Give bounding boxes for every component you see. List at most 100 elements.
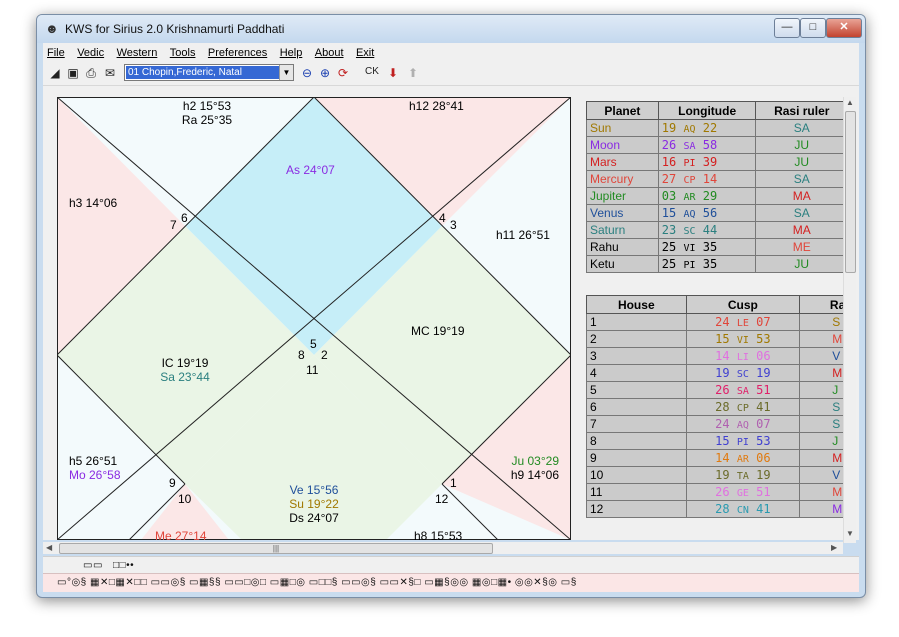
planet-header[interactable]: Planet [586, 101, 659, 120]
house-ruler: V [799, 347, 844, 365]
planet-longitude: 03 AR 29 [657, 187, 757, 205]
cusp-minute: 19 [756, 366, 771, 380]
refresh-icon[interactable]: ⟳ [335, 65, 351, 81]
window-title: KWS for Sirius 2.0 Krishnamurti Paddhati [65, 22, 285, 36]
planet-row[interactable]: Moon 26 SA 58 JU [586, 136, 844, 154]
ruler-header[interactable]: Ra [799, 295, 844, 314]
rasi-ruler-header[interactable]: Rasi ruler [755, 101, 844, 120]
cusp-header[interactable]: Cusp [685, 295, 801, 314]
planet-row[interactable]: Ketu 25 PI 35 JU [586, 255, 844, 273]
longitude-degree: 26 [661, 138, 677, 152]
longitude-degree: 15 [661, 206, 677, 220]
planet-longitude: 23 SC 44 [657, 221, 757, 239]
house-row[interactable]: 4 19 SC 19 M [586, 364, 844, 382]
planet-row[interactable]: Jupiter 03 AR 29 MA [586, 187, 844, 205]
vertical-scroll-thumb[interactable] [845, 111, 856, 273]
maximize-button[interactable]: □ [800, 18, 826, 38]
cusp-sign: GE [736, 488, 749, 499]
planet-name: Ketu [586, 255, 659, 273]
house-ruler: M [799, 364, 844, 382]
printer-icon[interactable]: ⎙ [83, 65, 99, 81]
mail-icon[interactable]: ✉ [102, 65, 118, 81]
house-row[interactable]: 7 24 AQ 07 S [586, 415, 844, 433]
menu-western[interactable]: Western [113, 44, 162, 59]
horizontal-scroll-thumb[interactable]: ||| [59, 543, 493, 554]
house-number: 9 [586, 449, 687, 467]
house-row[interactable]: 2 15 VI 53 M [586, 330, 844, 348]
mc-label: MC 19°19 [411, 324, 465, 338]
planet-longitude: 25 VI 35 [657, 238, 757, 256]
scroll-down-icon[interactable]: ▼ [846, 529, 854, 538]
planet-row[interactable]: Sun 19 AQ 22 SA [586, 119, 844, 137]
house-row[interactable]: 3 14 LI 06 V [586, 347, 844, 365]
planet-row[interactable]: Mercury 27 CP 14 SA [586, 170, 844, 188]
zoom-in-icon[interactable]: ⊕ [317, 65, 333, 81]
planet-rasi-ruler: MA [755, 221, 844, 239]
cusp-minute: 41 [756, 502, 771, 516]
house-ruler: M [799, 449, 844, 467]
planet-row[interactable]: Saturn 23 SC 44 MA [586, 221, 844, 239]
house-number: 5 [586, 381, 687, 399]
planet-row[interactable]: Mars 16 PI 39 JU [586, 153, 844, 171]
menu-tools[interactable]: Tools [166, 44, 200, 59]
chevron-down-icon[interactable]: ▼ [279, 65, 293, 80]
house-row[interactable]: 9 14 AR 06 M [586, 449, 844, 467]
longitude-sign: PI [683, 158, 696, 169]
menu-about[interactable]: About [311, 44, 348, 59]
cusp-degree: 15 [715, 332, 730, 346]
house-cusp: 15 VI 53 [685, 330, 801, 348]
house-cusp: 14 LI 06 [685, 347, 801, 365]
planet-rasi-ruler: SA [755, 170, 844, 188]
camera-icon[interactable]: ▣ [65, 65, 81, 81]
vertical-scrollbar[interactable]: ▲ ▼ [843, 97, 856, 543]
close-button[interactable]: ✕ [826, 18, 862, 38]
house-row[interactable]: 12 28 CN 41 M [586, 500, 844, 518]
house-number: 7 [586, 415, 687, 433]
house-row[interactable]: 8 15 PI 53 J [586, 432, 844, 450]
symbol-bar: ▭°◎§ ▦✕□▦✕□□ ▭▭◎§ ▭▦§§ ▭▭□◎□ ▭▦□◎ ▭□□§ ▭… [43, 573, 859, 592]
ds-text: Ds 24°07 [289, 511, 339, 525]
cusp-number-12: 12 [435, 492, 449, 506]
house-number: 3 [586, 347, 687, 365]
pointer-icon[interactable]: ◢ [47, 65, 63, 81]
house-5-label: h5 26°51 Mo 26°58 [69, 454, 121, 482]
house-row[interactable]: 1 24 LE 07 S [586, 313, 844, 331]
cusp-sign: SC [736, 369, 749, 380]
su-text: Su 19°22 [289, 497, 339, 511]
planet-rasi-ruler: SA [755, 204, 844, 222]
cusp-minute: 41 [756, 400, 771, 414]
h2-text: h2 15°53 [182, 99, 232, 113]
longitude-minute: 14 [702, 172, 718, 186]
house-header[interactable]: House [586, 295, 687, 314]
cusp-sign: CP [736, 403, 749, 414]
arrow-up-icon[interactable]: ⬆ [405, 65, 421, 81]
planet-row[interactable]: Rahu 25 VI 35 ME [586, 238, 844, 256]
menu-help[interactable]: Help [276, 44, 307, 59]
zoom-out-icon[interactable]: ⊖ [299, 65, 315, 81]
house-12-label: h12 28°41 [409, 99, 464, 113]
planet-row[interactable]: Venus 15 AQ 56 SA [586, 204, 844, 222]
scroll-right-icon[interactable]: ▶ [831, 543, 837, 552]
planet-table: Planet Longitude Rasi ruler Sun 19 AQ 22 S… [586, 101, 844, 273]
longitude-header[interactable]: Longitude [657, 101, 757, 120]
house-table: House Cusp Ra 1 24 LE 07 S 2 15 VI 53 M 3 14 LI… [586, 295, 844, 518]
menu-exit[interactable]: Exit [352, 44, 378, 59]
scroll-left-icon[interactable]: ◀ [46, 543, 52, 552]
scroll-up-icon[interactable]: ▲ [846, 98, 854, 107]
menu-preferences[interactable]: Preferences [204, 44, 271, 59]
arrow-down-icon[interactable]: ⬇ [385, 65, 401, 81]
planet-name: Mars [586, 153, 659, 171]
menu-vedic[interactable]: Vedic [73, 44, 108, 59]
horizontal-scrollbar[interactable]: ◀ ||| ▶ [43, 542, 843, 554]
menu-file[interactable]: File [43, 44, 69, 59]
house-row[interactable]: 11 26 GE 51 M [586, 483, 844, 501]
house-row[interactable]: 10 19 TA 19 V [586, 466, 844, 484]
chart-select[interactable]: 01 Chopin,Frederic, Natal ▼ [124, 64, 294, 81]
ck-button[interactable]: CK [365, 66, 379, 77]
minimize-button[interactable]: — [774, 18, 800, 38]
house-cusp: 28 CP 41 [685, 398, 801, 416]
house-row[interactable]: 5 26 SA 51 J [586, 381, 844, 399]
title-bar[interactable]: ☻ KWS for Sirius 2.0 Krishnamurti Paddha… [37, 15, 865, 43]
house-row[interactable]: 6 28 CP 41 S [586, 398, 844, 416]
longitude-minute: 44 [702, 223, 718, 237]
